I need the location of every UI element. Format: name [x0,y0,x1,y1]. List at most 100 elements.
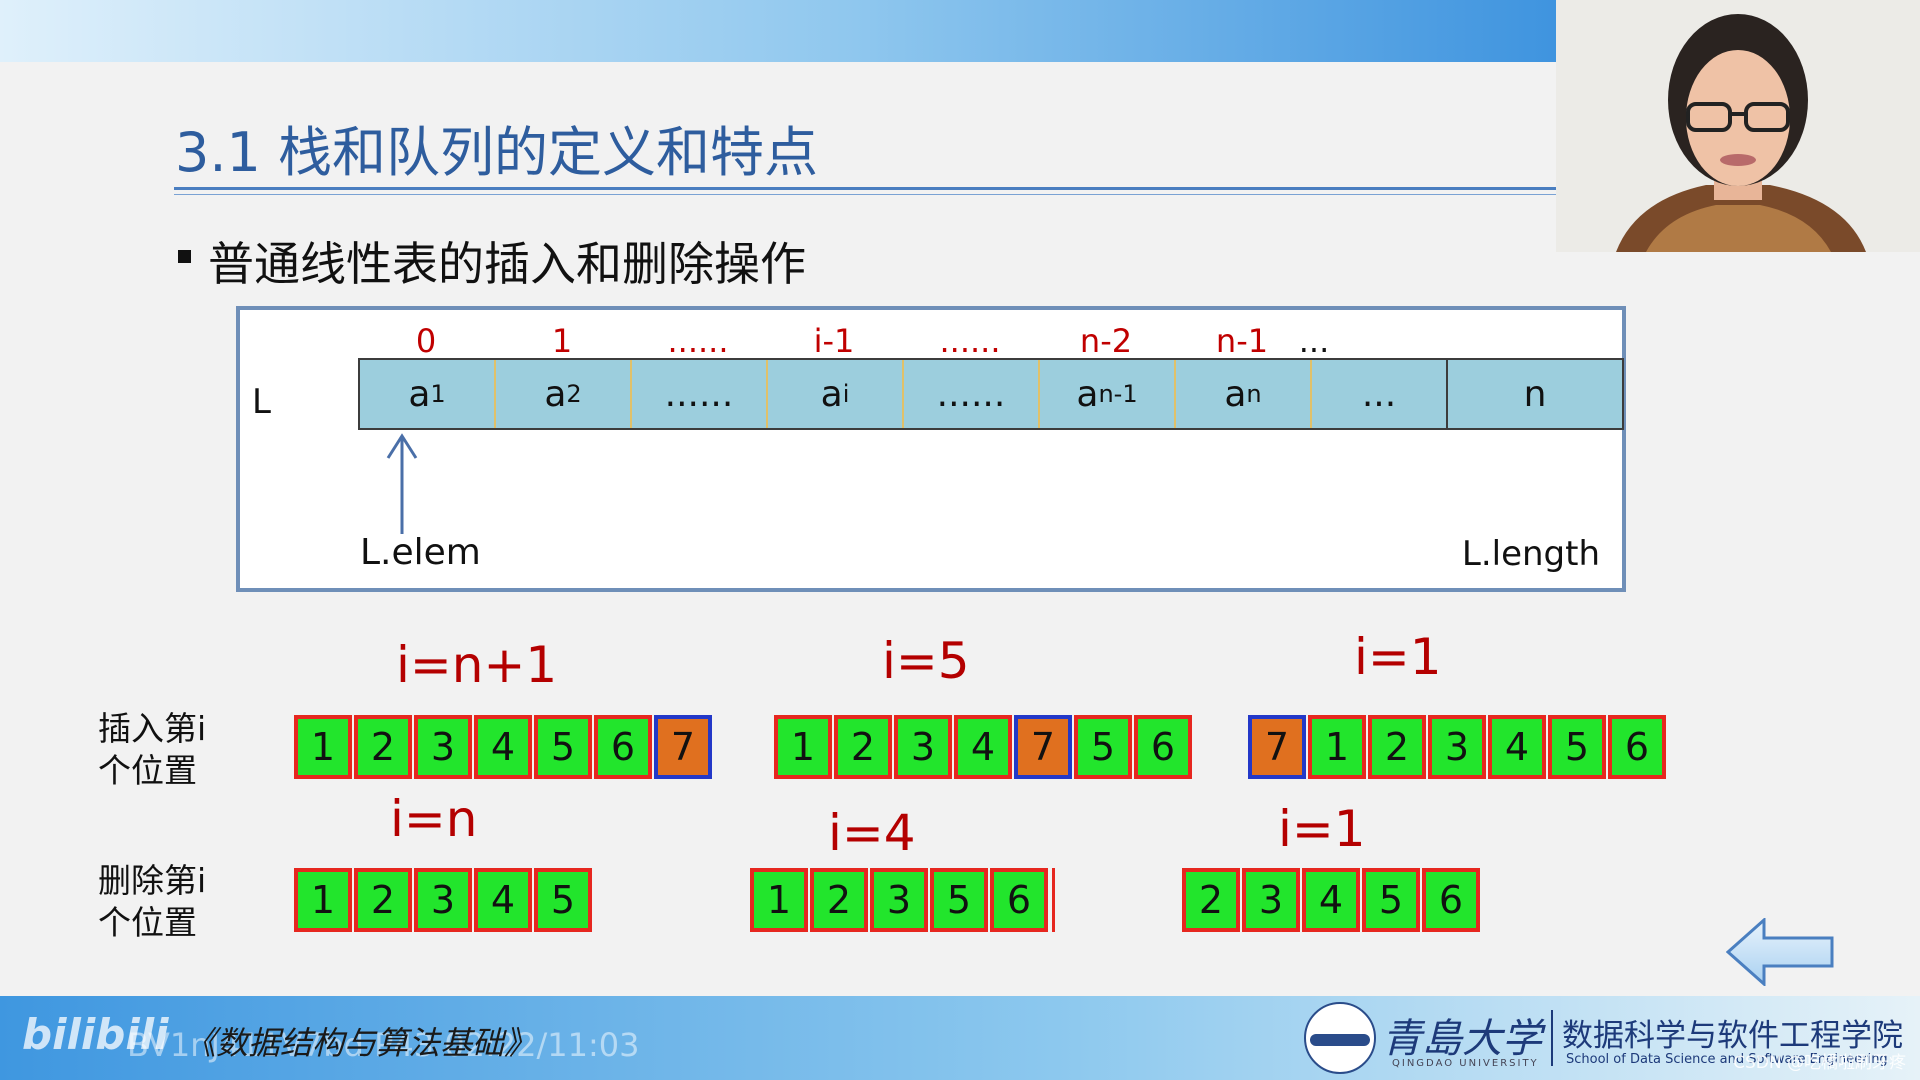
book-title: 《数据结构与算法基础》 [184,1024,537,1062]
title-rule [174,187,1556,190]
index-label: ... [1298,322,1330,360]
delete-title-line: 个位置 [98,903,197,942]
bullet-marker [178,250,191,263]
number-box: 6 [990,868,1048,932]
cell-base: a [820,373,843,415]
index-label: ...... [939,322,1001,360]
university-emblem-icon [1304,1002,1376,1074]
number-box: 6 [594,715,652,779]
cell-subscript: 1 [430,380,446,408]
number-box: 5 [534,715,592,779]
csdn-watermark: CSDN @吃橘啦刷牙疼 [1733,1053,1906,1073]
element-cell: a n-1 [1040,360,1176,428]
insert-group-boxes: 1 2 3 4 5 6 7 [294,715,712,779]
inserted-number-box: 7 [1014,715,1072,779]
cell-base: ...... [664,373,734,415]
cell-base: a [1076,373,1099,415]
cell-base: a [408,373,431,415]
cell-base: ... [1361,373,1397,415]
number-box: 1 [1308,715,1366,779]
number-box: 6 [1422,868,1480,932]
insert-group-label: i=1 [1354,628,1442,686]
number-box: 6 [1608,715,1666,779]
inserted-number-box: 7 [654,715,712,779]
title-rule-thin [174,194,1556,195]
element-cell: ... [1312,360,1448,428]
cell-base: a [1224,373,1247,415]
delete-group-boxes: 1 2 3 4 5 [294,868,592,932]
index-label: 1 [551,322,573,360]
linear-list-structure: 0 1 ...... i-1 ...... n-2 n-1 ... L a1 a… [236,306,1626,592]
delete-group-boxes: 2 3 4 5 6 [1182,868,1480,932]
element-cell: an [1176,360,1312,428]
number-box: 5 [1074,715,1132,779]
left-arrow-icon[interactable] [1726,918,1836,986]
number-box: 2 [1182,868,1240,932]
number-box: 3 [414,868,472,932]
cell-subscript: 2 [566,380,582,408]
delete-group-boxes: 1 2 3 5 6 [750,868,1055,932]
number-box: 1 [750,868,808,932]
list-name-label: L [252,382,271,422]
number-box: 3 [870,868,928,932]
number-box: 4 [1302,868,1360,932]
number-box: 4 [474,868,532,932]
number-box: 4 [1488,715,1546,779]
index-label: n-2 [1079,322,1133,360]
elem-pointer-label: L.elem [360,532,481,573]
number-box: 2 [810,868,868,932]
element-cell: ...... [904,360,1040,428]
number-box: 3 [414,715,472,779]
number-box: 2 [1368,715,1426,779]
number-box: 4 [954,715,1012,779]
number-box: 2 [834,715,892,779]
top-decor-band [0,0,1556,62]
index-label: 0 [415,322,437,360]
number-box: 3 [894,715,952,779]
delete-group-label: i=4 [828,804,916,862]
index-label: ...... [667,322,729,360]
number-box: 5 [534,868,592,932]
element-cell: ...... [632,360,768,428]
number-box: 5 [930,868,988,932]
number-box: 3 [1428,715,1486,779]
insert-group-label: i=n+1 [396,636,558,694]
cell-subscript: i [842,380,850,408]
delete-row-title: 删除第i 个位置 [98,860,206,944]
insert-title-line: 插入第i [98,709,207,748]
element-cells: a1 a2 ...... ai ...... a n-1 an ... n [358,358,1624,430]
footer-divider [1551,1010,1553,1066]
element-cell: ai [768,360,904,428]
insert-group-boxes: 7 1 2 3 4 5 6 [1248,715,1666,779]
number-box: 4 [474,715,532,779]
university-name: 青島大学 [1382,1016,1542,1062]
number-box: 1 [294,868,352,932]
cell-base: n [1523,373,1547,415]
number-box: 2 [354,715,412,779]
inserted-number-box: 7 [1248,715,1306,779]
bullet-text: 普通线性表的插入和删除操作 [208,237,806,291]
insert-group-boxes: 1 2 3 4 7 5 6 [774,715,1192,779]
trailing-empty-slot [1052,868,1055,932]
presenter-webcam [1556,0,1920,252]
index-label: i-1 [813,322,855,360]
delete-title-line: 删除第i [98,861,207,900]
number-box: 1 [774,715,832,779]
presenter-figure [1556,0,1920,252]
number-box: 2 [354,868,412,932]
delete-group-label: i=n [390,790,478,848]
cell-subscript: n [1246,380,1262,408]
number-box: 5 [1362,868,1420,932]
number-box: 5 [1548,715,1606,779]
up-arrow-icon [386,433,418,534]
cell-base: a [544,373,567,415]
cell-subscript: n-1 [1098,380,1138,408]
number-box: 1 [294,715,352,779]
element-cell: n [1448,360,1622,428]
insert-group-label: i=5 [882,632,970,690]
number-box: 3 [1242,868,1300,932]
element-cell: a1 [360,360,496,428]
length-label: L.length [1461,534,1600,574]
slide-title: 3.1 栈和队列的定义和特点 [175,121,819,184]
insert-title-line: 个位置 [98,751,197,790]
